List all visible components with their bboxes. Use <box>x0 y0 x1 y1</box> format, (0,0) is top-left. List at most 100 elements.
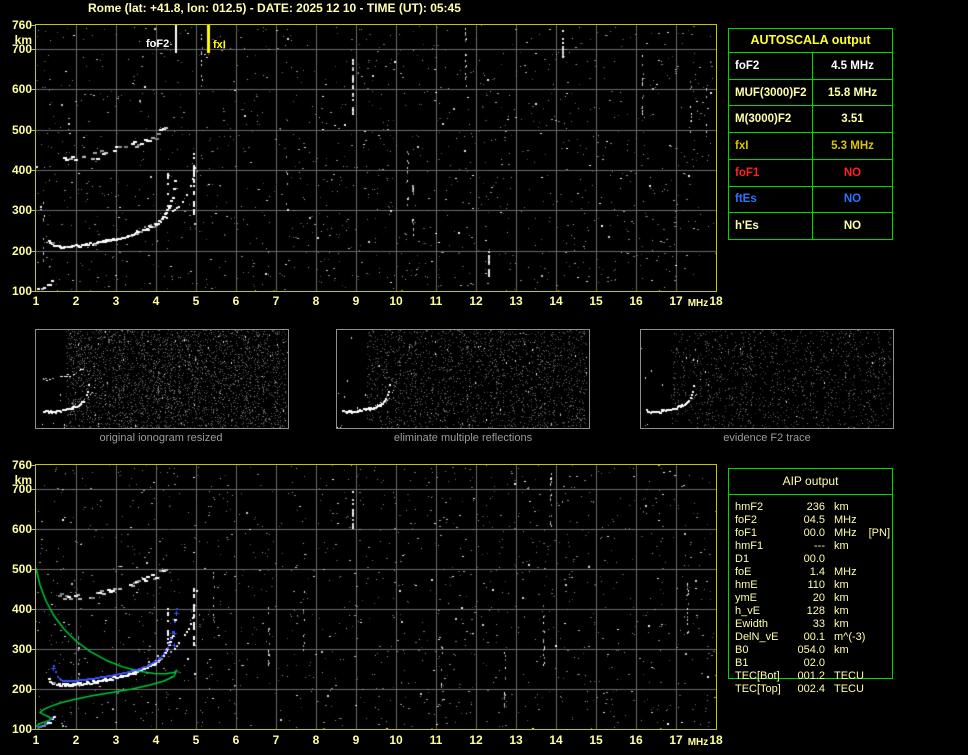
aip-field-value: 00.0 <box>803 553 825 565</box>
parameter-name: ftEs <box>729 186 813 213</box>
y-tick-mark <box>31 489 35 490</box>
x-tick-label: 7 <box>272 733 280 747</box>
parameter-value: 5.3 MHz <box>831 140 874 153</box>
y-tick-label: 300 <box>11 642 32 656</box>
x-tick-label: 15 <box>589 294 603 308</box>
aip-field-value: 110 <box>807 579 825 591</box>
x-axis-unit-label: MHz <box>687 737 709 748</box>
aip-field-unit: TECU <box>834 670 864 682</box>
y-tick-mark <box>31 25 35 26</box>
aip-field-value: 054.0 <box>797 644 825 656</box>
aip-field-value: 20 <box>812 592 825 604</box>
foF2-marker-label: foF2 <box>146 38 170 50</box>
y-tick-mark <box>31 130 35 131</box>
aip-field-value: 00.0 <box>803 527 825 539</box>
x-tick-label: 6 <box>232 294 240 308</box>
autoscala-table-title: AUTOSCALA output <box>750 33 871 47</box>
aip-field-label: Ewidth <box>735 618 769 630</box>
autoscala-row-fof1: foF1 NO <box>729 158 892 186</box>
aip-field-unit: km <box>834 592 849 604</box>
aip-field-value: 04.5 <box>803 514 825 526</box>
y-tick-mark <box>31 49 35 50</box>
aip-field-unit: km <box>834 540 849 552</box>
aip-field-label: foE <box>735 566 752 578</box>
parameter-value: 15.8 MHz <box>827 86 878 99</box>
x-tick-label: 9 <box>352 733 360 747</box>
y-tick-label: 400 <box>11 602 32 616</box>
aip-field-value: 33 <box>812 618 825 630</box>
x-tick-label: 3 <box>112 733 120 747</box>
x-tick-label: 4 <box>152 733 160 747</box>
aip-row-hmf1: hmF1 --- km <box>735 540 910 553</box>
aip-field-label: ymE <box>735 592 757 604</box>
aip-field-unit: TECU <box>834 683 864 695</box>
y-tick-label: 200 <box>11 244 32 258</box>
aip-row-foe: foE 1.4 MHz <box>735 566 910 579</box>
parameter-value: NO <box>843 220 862 233</box>
aip-row-hmf2: hmF2 236 km <box>735 501 910 514</box>
autoscala-row-fof2: foF2 4.5 MHz <box>729 52 892 79</box>
aip-field-value: 001.2 <box>797 670 825 682</box>
x-tick-label: 15 <box>589 733 603 747</box>
parameter-name: fxI <box>729 133 813 159</box>
aip-row-d1: D1 00.0 <box>735 553 910 566</box>
parameter-name: foF2 <box>729 53 813 79</box>
bottom-ionogram-canvas <box>35 464 717 730</box>
y-tick-mark <box>31 89 35 90</box>
y-tick-label: 400 <box>11 163 32 177</box>
aip-row-fof2: foF2 04.5 MHz <box>735 514 910 527</box>
x-tick-label: 14 <box>549 733 563 747</box>
x-tick-label: 13 <box>509 294 523 308</box>
parameter-name: h'Es <box>729 213 813 240</box>
y-tick-label: 300 <box>11 203 32 217</box>
aip-field-unit: MHz <box>834 566 857 578</box>
aip-field-unit: km <box>834 501 849 513</box>
aip-field-value: 02.0 <box>803 657 825 669</box>
aip-row-fof1: foF1 00.0 MHz [PN] <box>735 527 910 540</box>
autoscala-row-hes: h'Es NO <box>729 212 892 240</box>
x-tick-label: 8 <box>312 733 320 747</box>
x-tick-label: 11 <box>429 733 443 747</box>
y-axis-unit-label: km <box>14 473 32 487</box>
aip-field-value: 1.4 <box>809 566 825 578</box>
y-tick-label: 600 <box>11 82 32 96</box>
autoscala-row-m3000f2: M(3000)F2 3.51 <box>729 105 892 133</box>
y-tick-mark <box>31 170 35 171</box>
aip-field-unit: m^(-3) <box>834 631 866 643</box>
x-tick-label: 6 <box>232 733 240 747</box>
aip-field-label: B0 <box>735 644 749 656</box>
parameter-value: 3.51 <box>841 113 864 126</box>
y-tick-mark <box>31 210 35 211</box>
y-tick-mark <box>31 729 35 730</box>
x-tick-label: 4 <box>152 294 160 308</box>
x-tick-label: 16 <box>629 733 643 747</box>
aip-row-hme: hmE 110 km <box>735 579 910 592</box>
x-tick-label: 2 <box>72 733 80 747</box>
aip-field-label: h_vE <box>735 605 761 617</box>
thumbnail-eliminate-reflections <box>336 329 590 429</box>
x-tick-label: 5 <box>192 733 200 747</box>
aip-row-b1: B1 02.0 <box>735 657 910 670</box>
x-tick-label: 14 <box>549 294 563 308</box>
aip-row-hve: h_vE 128 km <box>735 605 910 618</box>
y-axis-unit-label: km <box>14 33 32 47</box>
thumbnail-evidence-f2-trace <box>640 329 894 429</box>
aip-parameter-list: hmF2 236 km foF2 04.5 MHz foF1 00.0 MHz [PN] hmF1 -… <box>735 501 910 696</box>
y-tick-label: 200 <box>11 682 32 696</box>
x-tick-label: 9 <box>352 294 360 308</box>
thumbnail-original-ionogram <box>35 329 289 429</box>
aip-field-label: hmE <box>735 579 758 591</box>
aip-panel-title: AIP output <box>729 469 892 495</box>
aip-field-label: hmF2 <box>735 501 764 513</box>
y-tick-label: 760 <box>11 458 32 472</box>
fxI-marker-label: fxI <box>213 39 226 51</box>
aip-row-ewidth: Ewidth 33 km <box>735 618 910 631</box>
aip-field-unit: km <box>834 579 849 591</box>
aip-row-delnve: DelN_vE 00.1 m^(-3) <box>735 631 910 644</box>
y-tick-label: 500 <box>11 123 32 137</box>
autoscala-output-table: AUTOSCALA output foF2 4.5 MHz MUF(3000)F2 1… <box>728 28 893 240</box>
aip-field-value: --- <box>814 540 825 552</box>
aip-field-label: B1 <box>735 657 749 669</box>
aip-field-label: hmF1 <box>735 540 764 552</box>
y-tick-mark <box>31 465 35 466</box>
